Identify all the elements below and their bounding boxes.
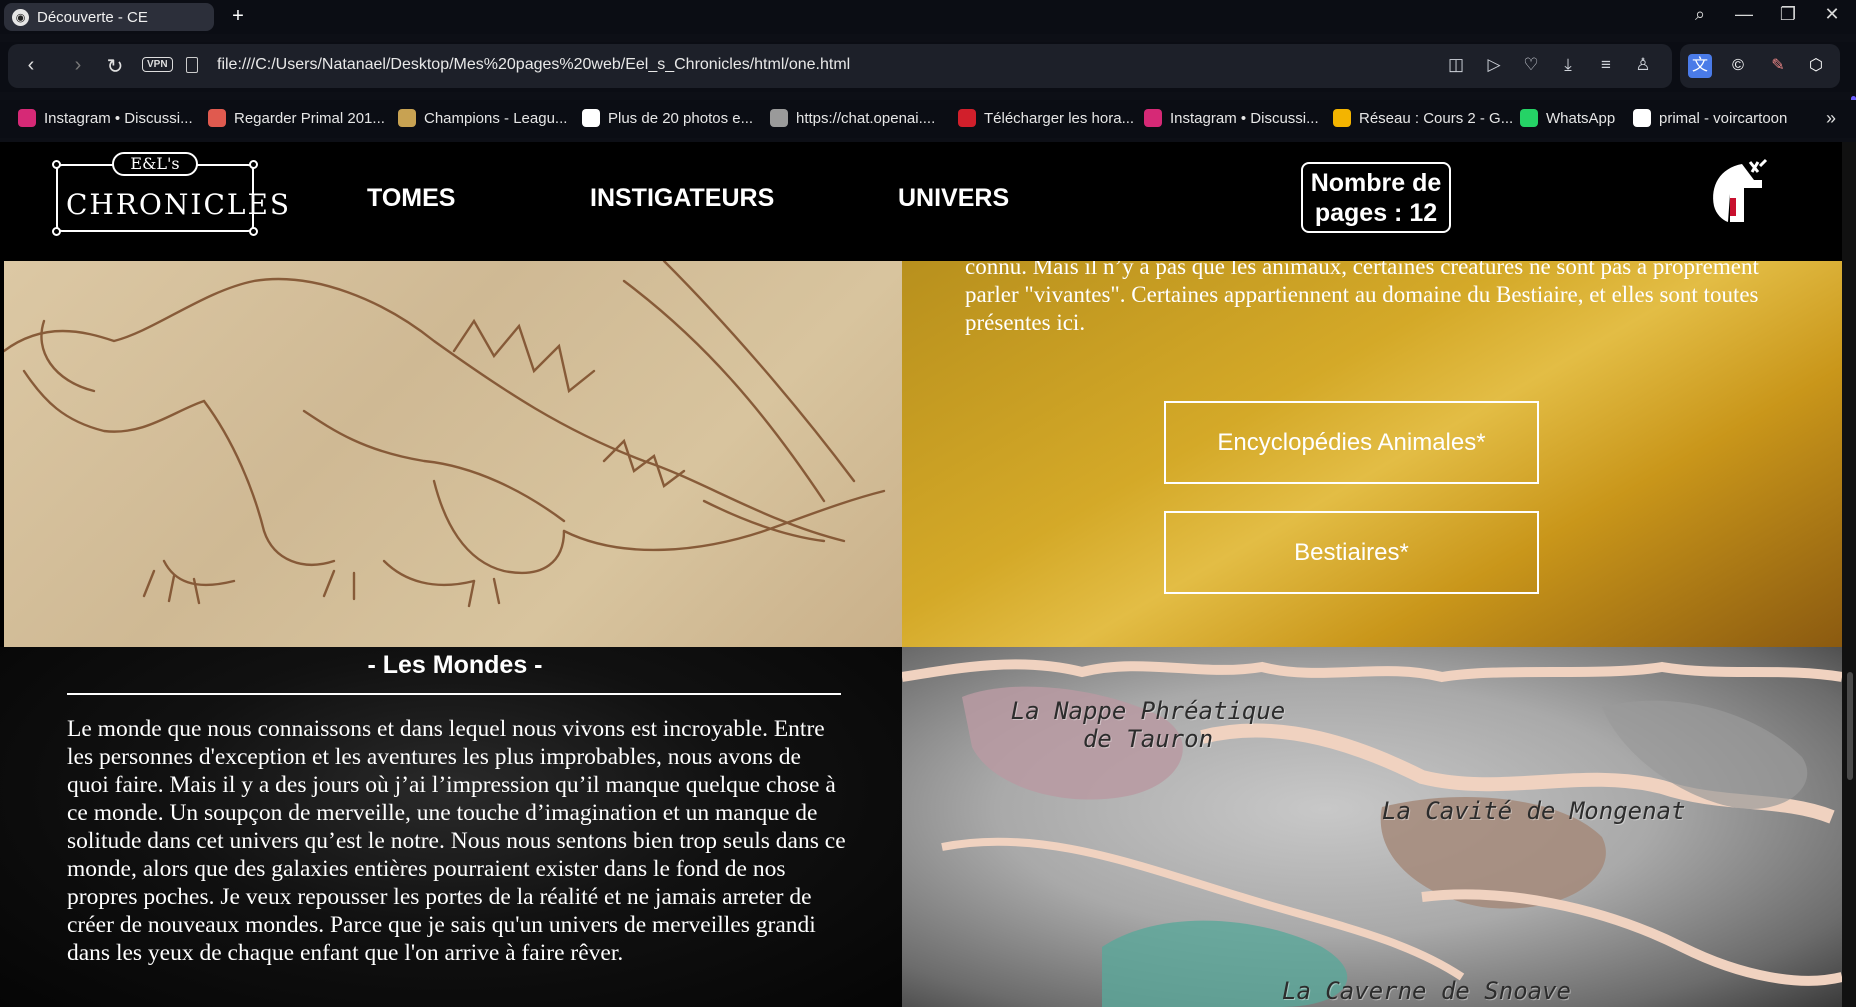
bookmark-label: Plus de 20 photos e...: [608, 109, 754, 127]
bookmark-label: https://chat.openai....: [796, 109, 936, 127]
address-field-container: ‹ › ↻ VPN file:///C:/Users/Natanael/Desk…: [8, 44, 1672, 88]
bookmark-item[interactable]: Instagram • Discussi...: [1144, 109, 1319, 127]
bookmark-label: Regarder Primal 201...: [234, 109, 385, 127]
bookmark-favicon-icon: [18, 109, 36, 127]
camera-icon[interactable]: ◫: [1444, 55, 1468, 75]
bookmark-label: Télécharger les hora...: [984, 109, 1135, 127]
worlds-divider: [67, 693, 841, 695]
back-icon[interactable]: ‹: [16, 54, 46, 77]
bookmark-label: WhatsApp: [1546, 109, 1616, 127]
box-icon[interactable]: ⬡: [1804, 54, 1828, 78]
new-tab-button[interactable]: +: [226, 5, 250, 29]
logo-ornament: [52, 160, 61, 169]
bookmark-label: Instagram • Discussi...: [1170, 109, 1319, 127]
nav-univers[interactable]: UNIVERS: [898, 184, 1009, 213]
brand-emblem-icon[interactable]: [1700, 154, 1780, 234]
tab-title: Découverte - CE: [37, 8, 148, 26]
bookmark-favicon-icon: [1633, 109, 1651, 127]
profile-icon[interactable]: ♙: [1631, 55, 1655, 75]
world-map-image: La Nappe Phréatique de Tauron La Cavité …: [902, 647, 1842, 1007]
bookmark-item[interactable]: Instagram • Discussi...: [18, 109, 193, 127]
forward-icon[interactable]: ›: [63, 54, 93, 77]
bookmark-item[interactable]: Réseau : Cours 2 - G...: [1333, 109, 1513, 127]
dragon-sketch-drawing: [4, 261, 886, 608]
bookmark-favicon-icon: [582, 109, 600, 127]
map-label-snoave: La Caverne de Snoave: [1282, 977, 1571, 1005]
tab-active[interactable]: ◉ Découverte - CE: [4, 3, 214, 31]
nav-tomes[interactable]: TOMES: [367, 184, 455, 213]
encyclopedies-button[interactable]: Encyclopédies Animales*: [1164, 401, 1539, 484]
brush-icon[interactable]: ✎: [1766, 54, 1790, 78]
more-bookmarks-icon[interactable]: »: [1826, 108, 1836, 129]
site-header: E&L's CHRONICLES TOMES INSTIGATEURS UNIV…: [0, 142, 1842, 261]
logo-ornament: [52, 227, 61, 236]
bookmark-favicon-icon: [958, 109, 976, 127]
logo-main-text: CHRONICLES: [66, 188, 292, 221]
globe-icon: ◉: [12, 8, 29, 26]
bookmarks-bar: » Instagram • Discussi... Regarder Primal…: [0, 100, 1856, 138]
bookmark-item[interactable]: Regarder Primal 201...: [208, 109, 385, 127]
minimize-button[interactable]: —: [1730, 4, 1758, 25]
creatures-text: connu. Mais il n’y a pas que les animaux…: [965, 261, 1759, 335]
bookmark-item[interactable]: Plus de 20 photos e...: [582, 109, 753, 127]
bookmark-item[interactable]: WhatsApp: [1520, 109, 1615, 127]
bookmark-item[interactable]: primal - voircartoon: [1633, 109, 1787, 127]
logo-ornament: [249, 160, 258, 169]
bookmark-label: primal - voircartoon: [1659, 109, 1788, 127]
bookmark-label: Champions - Leagu...: [424, 109, 568, 127]
bookmark-favicon-icon: [398, 109, 416, 127]
nav-instigateurs[interactable]: INSTIGATEURS: [590, 184, 774, 213]
translate-icon[interactable]: 文: [1688, 54, 1712, 78]
address-bar: ‹ › ↻ VPN file:///C:/Users/Natanael/Desk…: [0, 42, 1856, 122]
map-label-mongenat: La Cavité de Mongenat: [1382, 797, 1686, 825]
tab-bar: ◉ Découverte - CE + ⌕ — ❐ ✕: [0, 0, 1856, 34]
bookmark-favicon-icon: [1333, 109, 1351, 127]
bookmark-favicon-icon: [770, 109, 788, 127]
bookmark-item[interactable]: https://chat.openai....: [770, 109, 935, 127]
heart-icon[interactable]: ♡: [1519, 55, 1543, 75]
creatures-section: connu. Mais il n’y a pas que les animaux…: [902, 261, 1842, 647]
bestiaires-button[interactable]: Bestiaires*: [1164, 511, 1539, 594]
close-button[interactable]: ✕: [1818, 4, 1846, 25]
page-viewport: E&L's CHRONICLES TOMES INSTIGATEURS UNIV…: [0, 142, 1856, 1007]
map-label-tauron: La Nappe Phréatique de Tauron: [1010, 697, 1286, 753]
bookmark-favicon-icon: [1520, 109, 1538, 127]
bookmark-item[interactable]: Télécharger les hora...: [958, 109, 1134, 127]
bookmark-label: Instagram • Discussi...: [44, 109, 193, 127]
vpn-badge[interactable]: VPN: [142, 57, 173, 72]
scrollbar-thumb[interactable]: [1847, 672, 1853, 780]
bookmark-label: Réseau : Cours 2 - G...: [1359, 109, 1514, 127]
send-icon[interactable]: ▷: [1482, 55, 1506, 75]
restore-button[interactable]: ❐: [1774, 4, 1802, 25]
bookmark-favicon-icon: [1144, 109, 1162, 127]
bookmark-item[interactable]: Champions - Leagu...: [398, 109, 567, 127]
search-icon[interactable]: ⌕: [1686, 4, 1714, 25]
extensions-bar: 文 © ✎ ⬡: [1680, 44, 1840, 88]
logo-ornament: [249, 227, 258, 236]
logo-top-text: E&L's: [112, 152, 198, 176]
page-scrollbar[interactable]: [1842, 142, 1856, 1007]
worlds-section: - Les Mondes - Le monde que nous connais…: [0, 647, 902, 1007]
dragon-sketch-image: [4, 261, 902, 647]
worlds-title: - Les Mondes -: [367, 651, 543, 679]
extension-c-icon[interactable]: ©: [1726, 54, 1750, 78]
download-icon[interactable]: ⤓: [1556, 55, 1580, 75]
site-logo[interactable]: E&L's CHRONICLES: [52, 152, 292, 236]
reload-icon[interactable]: ↻: [100, 54, 130, 79]
page-count-badge: Nombre de pages : 12: [1301, 162, 1451, 233]
file-icon: [186, 57, 198, 73]
worlds-text: Le monde que nous connaissons et dans le…: [67, 716, 846, 966]
url-input[interactable]: file:///C:/Users/Natanael/Desktop/Mes%20…: [217, 56, 850, 74]
menu-icon[interactable]: ≡: [1594, 55, 1618, 75]
bookmark-favicon-icon: [208, 109, 226, 127]
